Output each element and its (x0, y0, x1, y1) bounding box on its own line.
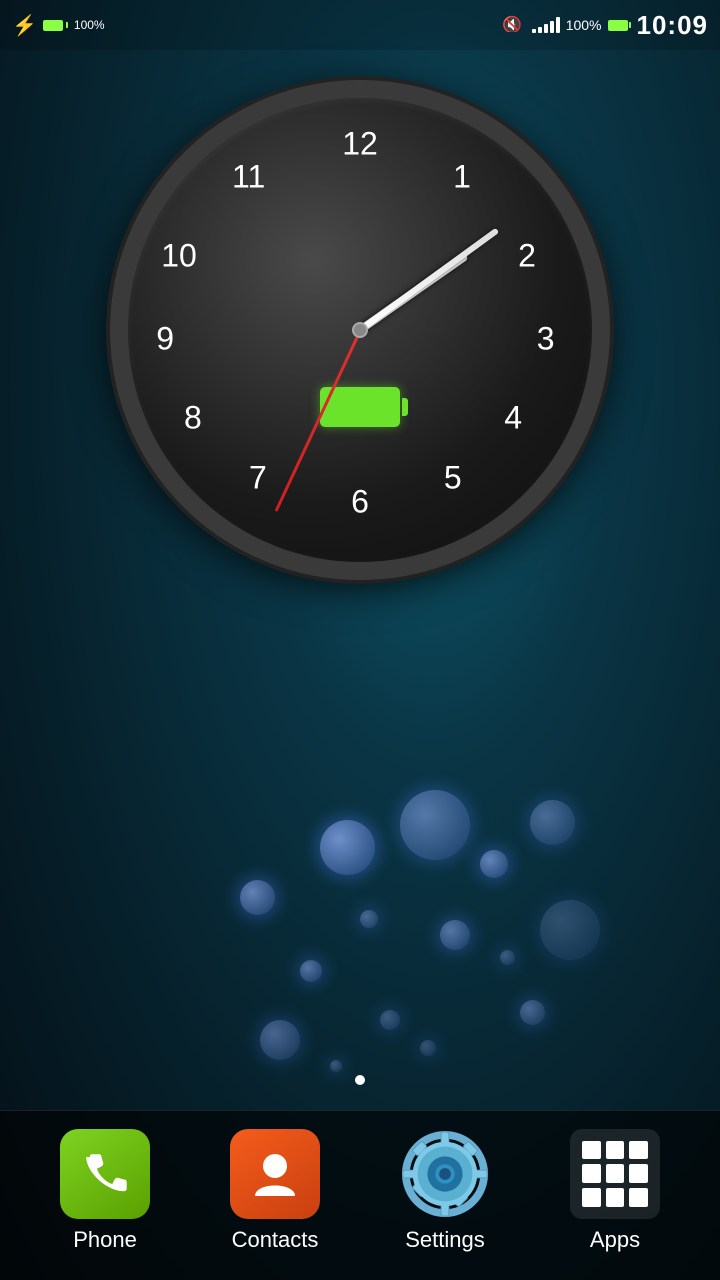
clock-num-9: 9 (156, 321, 174, 358)
apps-label: Apps (590, 1227, 640, 1253)
clock-num-6: 6 (351, 483, 369, 520)
battery-body (43, 20, 63, 31)
clock-num-4: 4 (504, 400, 522, 437)
clock-num-7: 7 (249, 460, 267, 497)
apps-dot-4 (582, 1164, 601, 1183)
mute-icon: 🔇 (502, 14, 526, 37)
apps-dot-9 (629, 1188, 648, 1207)
dock-item-phone[interactable]: Phone (60, 1129, 150, 1253)
clock-num-5: 5 (444, 460, 462, 497)
signal-bar-3 (544, 24, 548, 33)
clock-num-8: 8 (184, 400, 202, 437)
apps-dot-1 (582, 1141, 601, 1160)
battery-percent-small: 100% (74, 19, 105, 31)
status-battery-icon (608, 20, 631, 31)
apps-icon (570, 1129, 660, 1219)
clock-face: 12 1 2 3 4 5 6 7 8 9 10 11 (110, 80, 610, 580)
signal-bar-1 (532, 29, 536, 33)
apps-dot-5 (606, 1164, 625, 1183)
dock-item-contacts[interactable]: Contacts (230, 1129, 320, 1253)
clock-num-2: 2 (518, 237, 536, 274)
signal-bar-5 (556, 17, 560, 33)
apps-dot-3 (629, 1141, 648, 1160)
clock-center-dot (352, 322, 368, 338)
dock: Phone Contacts (0, 1110, 720, 1280)
svg-text:🔇: 🔇 (502, 15, 522, 32)
status-bar: ⚡ 100% 🔇 100% 10:09 (0, 0, 720, 50)
clock-num-12: 12 (342, 126, 378, 163)
status-time: 10:09 (637, 10, 709, 41)
dock-item-settings[interactable]: Settings (400, 1129, 490, 1253)
usb-icon: ⚡ (12, 13, 37, 38)
apps-dot-6 (629, 1164, 648, 1183)
phone-label: Phone (73, 1227, 137, 1253)
signal-bars (532, 17, 560, 33)
apps-dot-8 (606, 1188, 625, 1207)
dock-item-apps[interactable]: Apps (570, 1129, 660, 1253)
contacts-icon (230, 1129, 320, 1219)
signal-bar-2 (538, 27, 542, 33)
signal-bar-4 (550, 21, 554, 33)
top-battery (43, 20, 68, 31)
clock-num-10: 10 (161, 237, 197, 274)
settings-icon (400, 1129, 490, 1219)
clock-num-11: 11 (232, 158, 265, 195)
status-right: 🔇 100% 10:09 (502, 10, 708, 41)
battery-tip (66, 22, 68, 28)
contacts-label: Contacts (232, 1227, 319, 1253)
page-indicator (355, 1075, 365, 1085)
apps-dot-2 (606, 1141, 625, 1160)
apps-grid (570, 1129, 660, 1219)
status-left: ⚡ 100% (12, 13, 105, 38)
battery-percent: 100% (566, 17, 602, 33)
settings-label: Settings (405, 1227, 485, 1253)
clock-num-1: 1 (453, 158, 471, 195)
apps-dot-7 (582, 1188, 601, 1207)
bokeh-bubbles (160, 760, 560, 1080)
phone-icon (60, 1129, 150, 1219)
clock-num-3: 3 (537, 321, 555, 358)
page-dot-1 (355, 1075, 365, 1085)
clock-widget: 12 1 2 3 4 5 6 7 8 9 10 11 (110, 80, 610, 580)
